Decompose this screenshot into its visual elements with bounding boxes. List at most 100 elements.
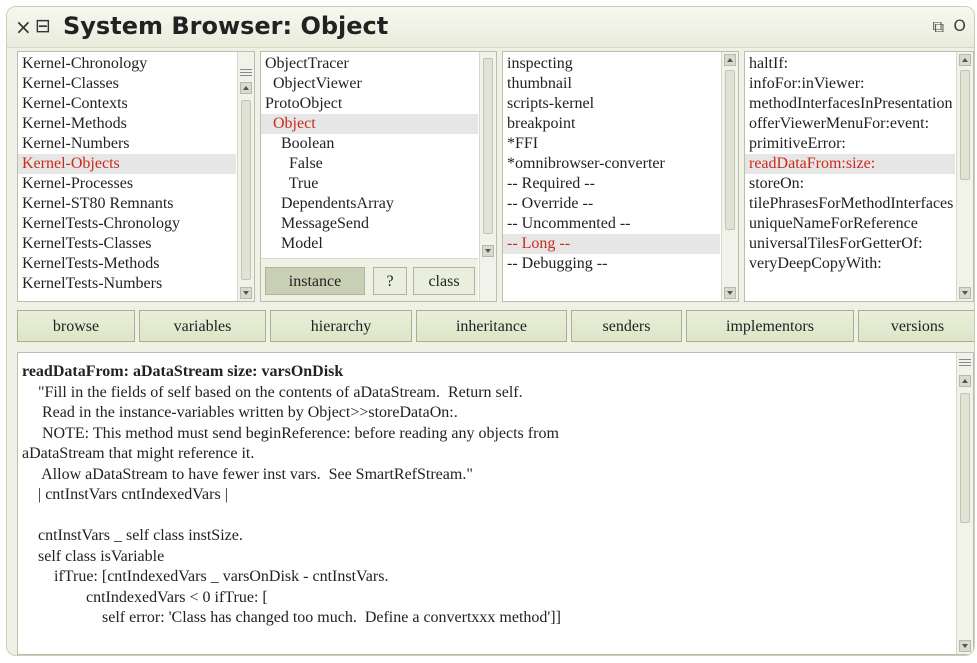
protocol-list: inspecting thumbnail scripts-kernel brea… (503, 54, 720, 274)
scroll-down-icon[interactable] (959, 640, 971, 652)
method-item-selected[interactable]: readDataFrom:size: (745, 154, 955, 174)
class-scrollbar[interactable] (479, 52, 496, 301)
code-editor-pane[interactable]: readDataFrom: aDataStream size: varsOnDi… (17, 352, 974, 655)
class-item-selected[interactable]: Object (261, 114, 478, 134)
class-item[interactable]: False (261, 154, 478, 174)
package-item[interactable]: Kernel-Contexts (18, 94, 236, 114)
code-line: NOTE: This method must send beginReferen… (22, 424, 559, 442)
package-scrollbar[interactable] (237, 52, 254, 301)
method-source[interactable]: readDataFrom: aDataStream size: varsOnDi… (22, 362, 953, 629)
protocol-item[interactable]: thumbnail (503, 74, 720, 94)
protocol-item[interactable]: *FFI (503, 134, 720, 154)
class-item[interactable]: True (261, 174, 478, 194)
class-list-pane[interactable]: ObjectTracer ObjectViewer ProtoObject Ob… (260, 51, 497, 302)
protocol-item[interactable]: -- Override -- (503, 194, 720, 214)
protocol-item[interactable]: scripts-kernel (503, 94, 720, 114)
variables-button[interactable]: variables (139, 310, 266, 342)
method-item[interactable]: universalTilesForGetterOf: (745, 234, 955, 254)
window-menu-icon[interactable]: ⊟ (35, 15, 51, 37)
versions-button[interactable]: versions (858, 310, 974, 342)
title-bar[interactable]: × ⊟ System Browser: Object ⧉ O (7, 7, 974, 48)
protocol-item[interactable]: *omnibrowser-converter (503, 154, 720, 174)
expand-icon[interactable]: O (953, 16, 966, 35)
code-line: cntIndexedVars < 0 ifTrue: [ (22, 588, 268, 606)
package-item[interactable]: Kernel-Classes (18, 74, 236, 94)
protocol-item[interactable]: -- Debugging -- (503, 254, 720, 274)
scroll-down-icon[interactable] (959, 287, 971, 299)
scroll-thumb[interactable] (483, 58, 493, 234)
protocol-item-selected[interactable]: -- Long -- (503, 234, 720, 254)
scroll-grip-icon[interactable] (959, 359, 971, 367)
scroll-thumb[interactable] (241, 100, 251, 280)
scroll-down-icon[interactable] (724, 287, 736, 299)
hierarchy-button[interactable]: hierarchy (270, 310, 412, 342)
code-line: self error: 'Class has changed too much.… (22, 609, 561, 626)
close-icon[interactable]: × (15, 15, 32, 39)
package-item[interactable]: Kernel-Methods (18, 114, 236, 134)
package-item[interactable]: Kernel-Chronology (18, 54, 236, 74)
instance-class-toggle: instance ? class (261, 258, 478, 301)
class-item[interactable]: Boolean (261, 134, 478, 154)
class-item[interactable]: MessageSend (261, 214, 478, 234)
collapse-icon[interactable]: ⧉ (933, 17, 944, 37)
scroll-thumb[interactable] (960, 70, 970, 180)
browse-button[interactable]: browse (17, 310, 135, 342)
scroll-grip-icon[interactable] (240, 69, 252, 77)
protocol-item[interactable]: inspecting (503, 54, 720, 74)
class-item[interactable]: Model (261, 234, 478, 254)
code-line: cntInstVars _ self class instSize. (22, 527, 243, 544)
protocol-item[interactable]: -- Uncommented -- (503, 214, 720, 234)
protocol-scrollbar[interactable] (721, 52, 738, 301)
scroll-thumb[interactable] (725, 70, 735, 230)
code-line: "Fill in the fields of self based on the… (22, 383, 523, 401)
code-line: Allow aDataStream to have fewer inst var… (22, 465, 473, 483)
package-item-selected[interactable]: Kernel-Objects (18, 154, 236, 174)
class-item[interactable]: DependentsArray (261, 194, 478, 214)
code-line: Read in the instance-variables written b… (22, 404, 458, 421)
protocol-item[interactable]: -- Required -- (503, 174, 720, 194)
scroll-down-icon[interactable] (482, 245, 494, 257)
scroll-thumb[interactable] (960, 393, 970, 523)
protocol-list-pane[interactable]: inspecting thumbnail scripts-kernel brea… (502, 51, 739, 302)
method-signature: readDataFrom: aDataStream size: varsOnDi… (22, 363, 344, 380)
class-item[interactable]: ObjectTracer (261, 54, 478, 74)
method-item[interactable]: methodInterfacesInPresentation (745, 94, 955, 114)
senders-button[interactable]: senders (571, 310, 682, 342)
method-item[interactable]: tilePhrasesForMethodInterfaces (745, 194, 955, 214)
package-item[interactable]: KernelTests-Classes (18, 234, 236, 254)
package-item[interactable]: KernelTests-Methods (18, 254, 236, 274)
method-item[interactable]: offerViewerMenuFor:event: (745, 114, 955, 134)
protocol-item[interactable]: breakpoint (503, 114, 720, 134)
method-item[interactable]: haltIf: (745, 54, 955, 74)
class-item[interactable]: ProtoObject (261, 94, 478, 114)
package-list-pane[interactable]: Kernel-Chronology Kernel-Classes Kernel-… (17, 51, 255, 302)
class-item[interactable]: ObjectViewer (261, 74, 478, 94)
method-item[interactable]: infoFor:inViewer: (745, 74, 955, 94)
method-list: haltIf: infoFor:inViewer: methodInterfac… (745, 54, 955, 274)
package-item[interactable]: KernelTests-Chronology (18, 214, 236, 234)
scroll-up-icon[interactable] (724, 54, 736, 66)
package-item[interactable]: Kernel-ST80 Remnants (18, 194, 236, 214)
scroll-down-icon[interactable] (240, 287, 252, 299)
code-line: aDataStream that might reference it. (22, 445, 255, 462)
method-list-pane[interactable]: haltIf: infoFor:inViewer: methodInterfac… (744, 51, 974, 302)
package-item[interactable]: Kernel-Numbers (18, 134, 236, 154)
inheritance-button[interactable]: inheritance (416, 310, 567, 342)
method-scrollbar[interactable] (956, 52, 973, 301)
scroll-up-icon[interactable] (959, 54, 971, 66)
help-button[interactable]: ? (373, 267, 407, 295)
scroll-up-icon[interactable] (959, 375, 971, 387)
method-item[interactable]: primitiveError: (745, 134, 955, 154)
implementors-button[interactable]: implementors (686, 310, 854, 342)
package-item[interactable]: KernelTests-Numbers (18, 274, 236, 294)
instance-button[interactable]: instance (265, 267, 365, 295)
method-item[interactable]: veryDeepCopyWith: (745, 254, 955, 274)
method-item[interactable]: uniqueNameForReference (745, 214, 955, 234)
class-list: ObjectTracer ObjectViewer ProtoObject Ob… (261, 54, 478, 254)
scroll-up-icon[interactable] (240, 82, 252, 94)
package-list: Kernel-Chronology Kernel-Classes Kernel-… (18, 54, 236, 294)
code-scrollbar[interactable] (956, 353, 973, 654)
class-button[interactable]: class (413, 267, 475, 295)
package-item[interactable]: Kernel-Processes (18, 174, 236, 194)
method-item[interactable]: storeOn: (745, 174, 955, 194)
